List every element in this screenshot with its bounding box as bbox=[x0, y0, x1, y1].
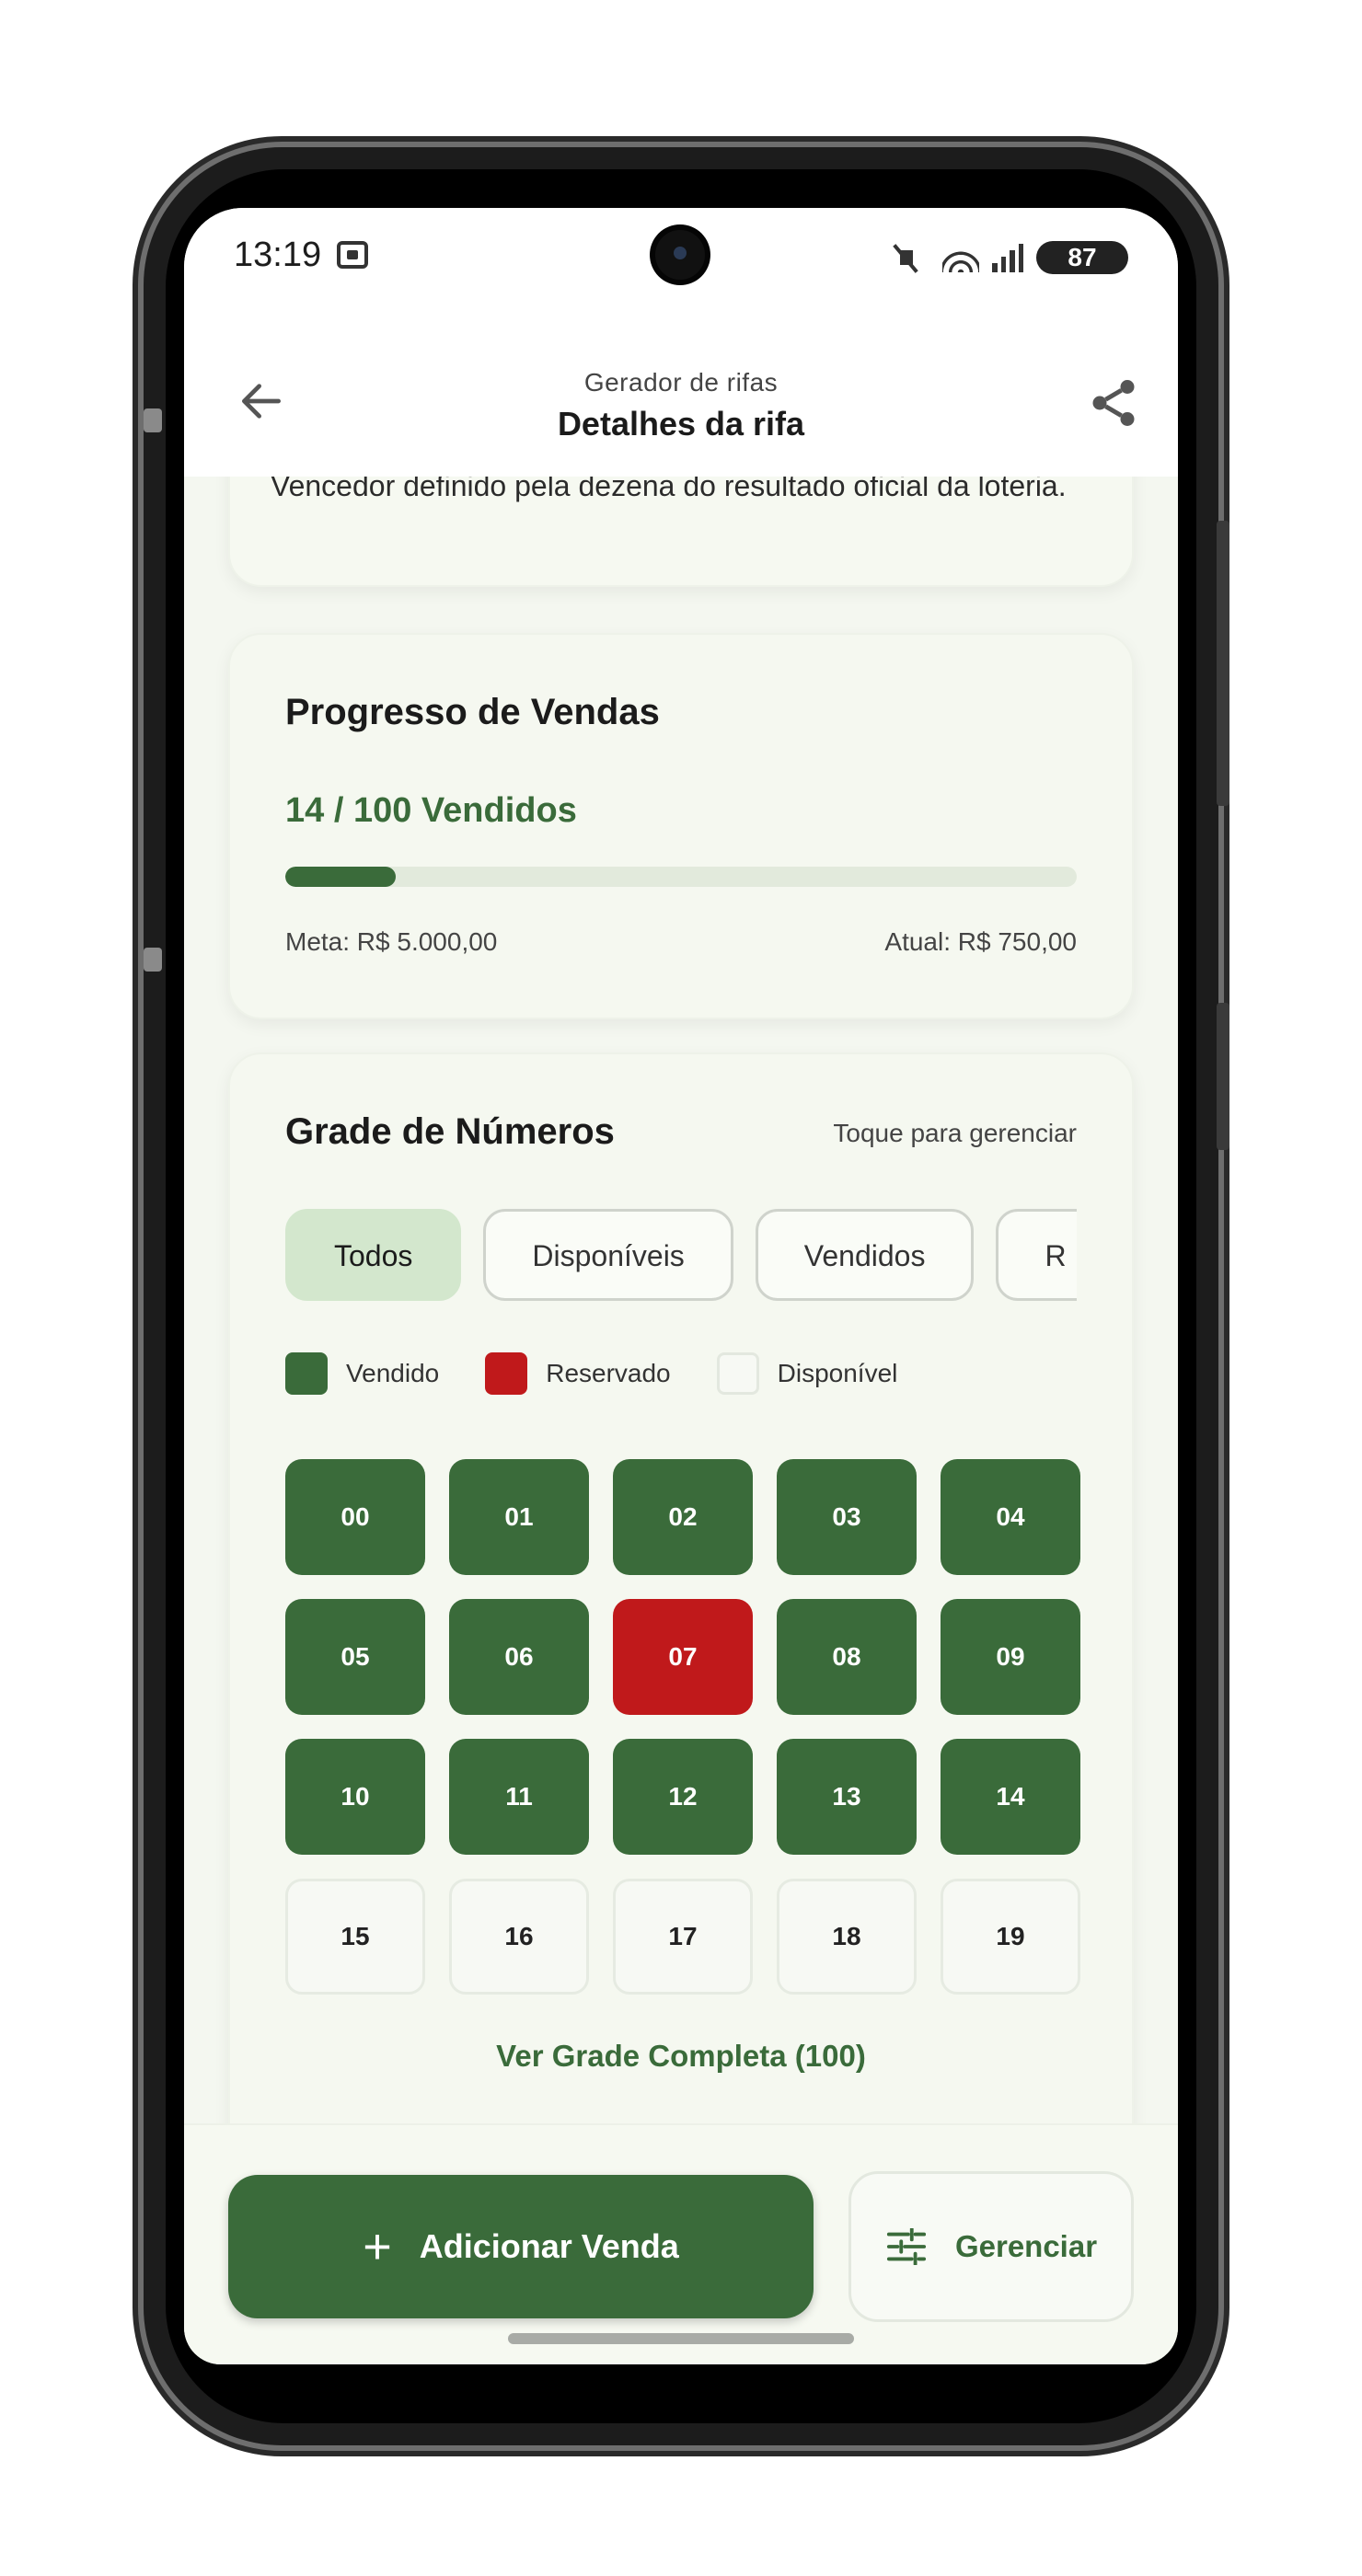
progress-current: Atual: R$ 750,00 bbox=[884, 927, 1077, 956]
wifi-icon bbox=[942, 243, 979, 272]
number-cell[interactable]: 14 bbox=[941, 1739, 1080, 1855]
filter-chip[interactable]: Todos bbox=[285, 1209, 462, 1301]
progress-title: Progresso de Vendas bbox=[285, 692, 660, 732]
number-cell[interactable]: 02 bbox=[613, 1459, 753, 1575]
side-notch bbox=[144, 408, 162, 432]
app-bar: Gerador de rifas Detalhes da rifa bbox=[184, 318, 1178, 477]
description-card: Vencedor definido pela dezena do resulta… bbox=[228, 477, 1134, 587]
number-cell[interactable]: 18 bbox=[777, 1879, 917, 1995]
filter-chip[interactable]: R bbox=[996, 1209, 1077, 1301]
legend-label: Vendido bbox=[346, 1359, 440, 1387]
legend-swatch bbox=[285, 1352, 328, 1395]
status-bar: 13:19 87 bbox=[184, 208, 1178, 318]
number-cell[interactable]: 07 bbox=[613, 1599, 753, 1715]
filter-chip[interactable]: Disponíveis bbox=[483, 1209, 733, 1301]
number-cell[interactable]: 19 bbox=[941, 1879, 1080, 1995]
progress-bar bbox=[285, 867, 1077, 887]
number-cell[interactable]: 05 bbox=[285, 1599, 425, 1715]
add-sale-label: Adicionar Venda bbox=[419, 2227, 679, 2265]
number-cell[interactable]: 12 bbox=[613, 1739, 753, 1855]
progress-goal: Meta: R$ 5.000,00 bbox=[285, 927, 498, 956]
battery-level: 87 bbox=[1068, 243, 1097, 271]
grid-title: Grade de Números bbox=[285, 1111, 615, 1152]
number-cell[interactable]: 16 bbox=[449, 1879, 589, 1995]
number-cell[interactable]: 04 bbox=[941, 1459, 1080, 1575]
number-cell[interactable]: 15 bbox=[285, 1879, 425, 1995]
legend-item: Vendido bbox=[285, 1352, 439, 1395]
signal-icon bbox=[992, 243, 1023, 272]
legend-swatch bbox=[485, 1352, 528, 1395]
sales-progress-card: Progresso de Vendas 14 / 100 Vendidos Me… bbox=[228, 633, 1134, 1019]
number-cell[interactable]: 03 bbox=[777, 1459, 917, 1575]
tune-icon bbox=[886, 2228, 927, 2265]
filter-chip[interactable]: Vendidos bbox=[755, 1209, 975, 1301]
screen-record-icon bbox=[337, 241, 368, 269]
view-full-grid-link[interactable]: Ver Grade Completa (100) bbox=[230, 2039, 1132, 2074]
manage-label: Gerenciar bbox=[954, 2229, 1098, 2263]
number-cell[interactable]: 00 bbox=[285, 1459, 425, 1575]
share-icon[interactable] bbox=[1086, 375, 1141, 431]
number-cell[interactable]: 09 bbox=[941, 1599, 1080, 1715]
numbers-grid-card: Grade de Números Toque para gerenciar To… bbox=[228, 1052, 1134, 2123]
app-subtitle: Gerador de rifas bbox=[583, 368, 779, 397]
battery-icon: 87 bbox=[1036, 241, 1128, 274]
mute-icon bbox=[898, 243, 929, 272]
number-cell[interactable]: 06 bbox=[449, 1599, 589, 1715]
number-cell[interactable]: 13 bbox=[777, 1739, 917, 1855]
number-cell[interactable]: 17 bbox=[613, 1879, 753, 1995]
filter-chips: Todos Disponíveis Vendidos R bbox=[285, 1209, 1077, 1305]
numbers-grid: 00 01 02 03 04 05 06 07 08 09 10 11 12 13 14 15 16 17 18 19 bbox=[285, 1459, 1080, 1995]
scroll-content[interactable]: Vencedor definido pela dezena do resulta… bbox=[184, 477, 1178, 2123]
number-cell[interactable]: 10 bbox=[285, 1739, 425, 1855]
bottom-action-bar: + Adicionar Venda Gerenciar bbox=[184, 2123, 1178, 2364]
power-button bbox=[1217, 1003, 1229, 1150]
add-sale-button[interactable]: + Adicionar Venda bbox=[228, 2175, 814, 2318]
legend-swatch bbox=[716, 1352, 759, 1395]
status-icons: 87 bbox=[898, 241, 1128, 274]
legend-label: Disponível bbox=[777, 1359, 898, 1387]
manage-button[interactable]: Gerenciar bbox=[848, 2171, 1134, 2322]
description-text: Vencedor definido pela dezena do resulta… bbox=[271, 477, 1067, 502]
status-legend: Vendido Reservado Disponível bbox=[285, 1352, 943, 1395]
volume-button bbox=[1217, 521, 1229, 806]
legend-label: Reservado bbox=[546, 1359, 671, 1387]
grid-hint: Toque para gerenciar bbox=[833, 1119, 1077, 1147]
legend-item: Reservado bbox=[485, 1352, 671, 1395]
number-cell[interactable]: 01 bbox=[449, 1459, 589, 1575]
number-cell[interactable]: 08 bbox=[777, 1599, 917, 1715]
screen: 13:19 87 Gerador de rifas Detalhes da ri… bbox=[184, 208, 1178, 2364]
status-time: 13:19 bbox=[234, 236, 322, 274]
home-indicator[interactable] bbox=[508, 2333, 854, 2344]
page-title: Detalhes da rifa bbox=[557, 405, 805, 443]
number-cell[interactable]: 11 bbox=[449, 1739, 589, 1855]
plus-icon: + bbox=[363, 2219, 392, 2274]
progress-count: 14 / 100 Vendidos bbox=[285, 791, 577, 830]
progress-bar-fill bbox=[285, 867, 397, 887]
camera-cutout bbox=[655, 230, 705, 280]
legend-item: Disponível bbox=[716, 1352, 898, 1395]
side-notch bbox=[144, 948, 162, 972]
